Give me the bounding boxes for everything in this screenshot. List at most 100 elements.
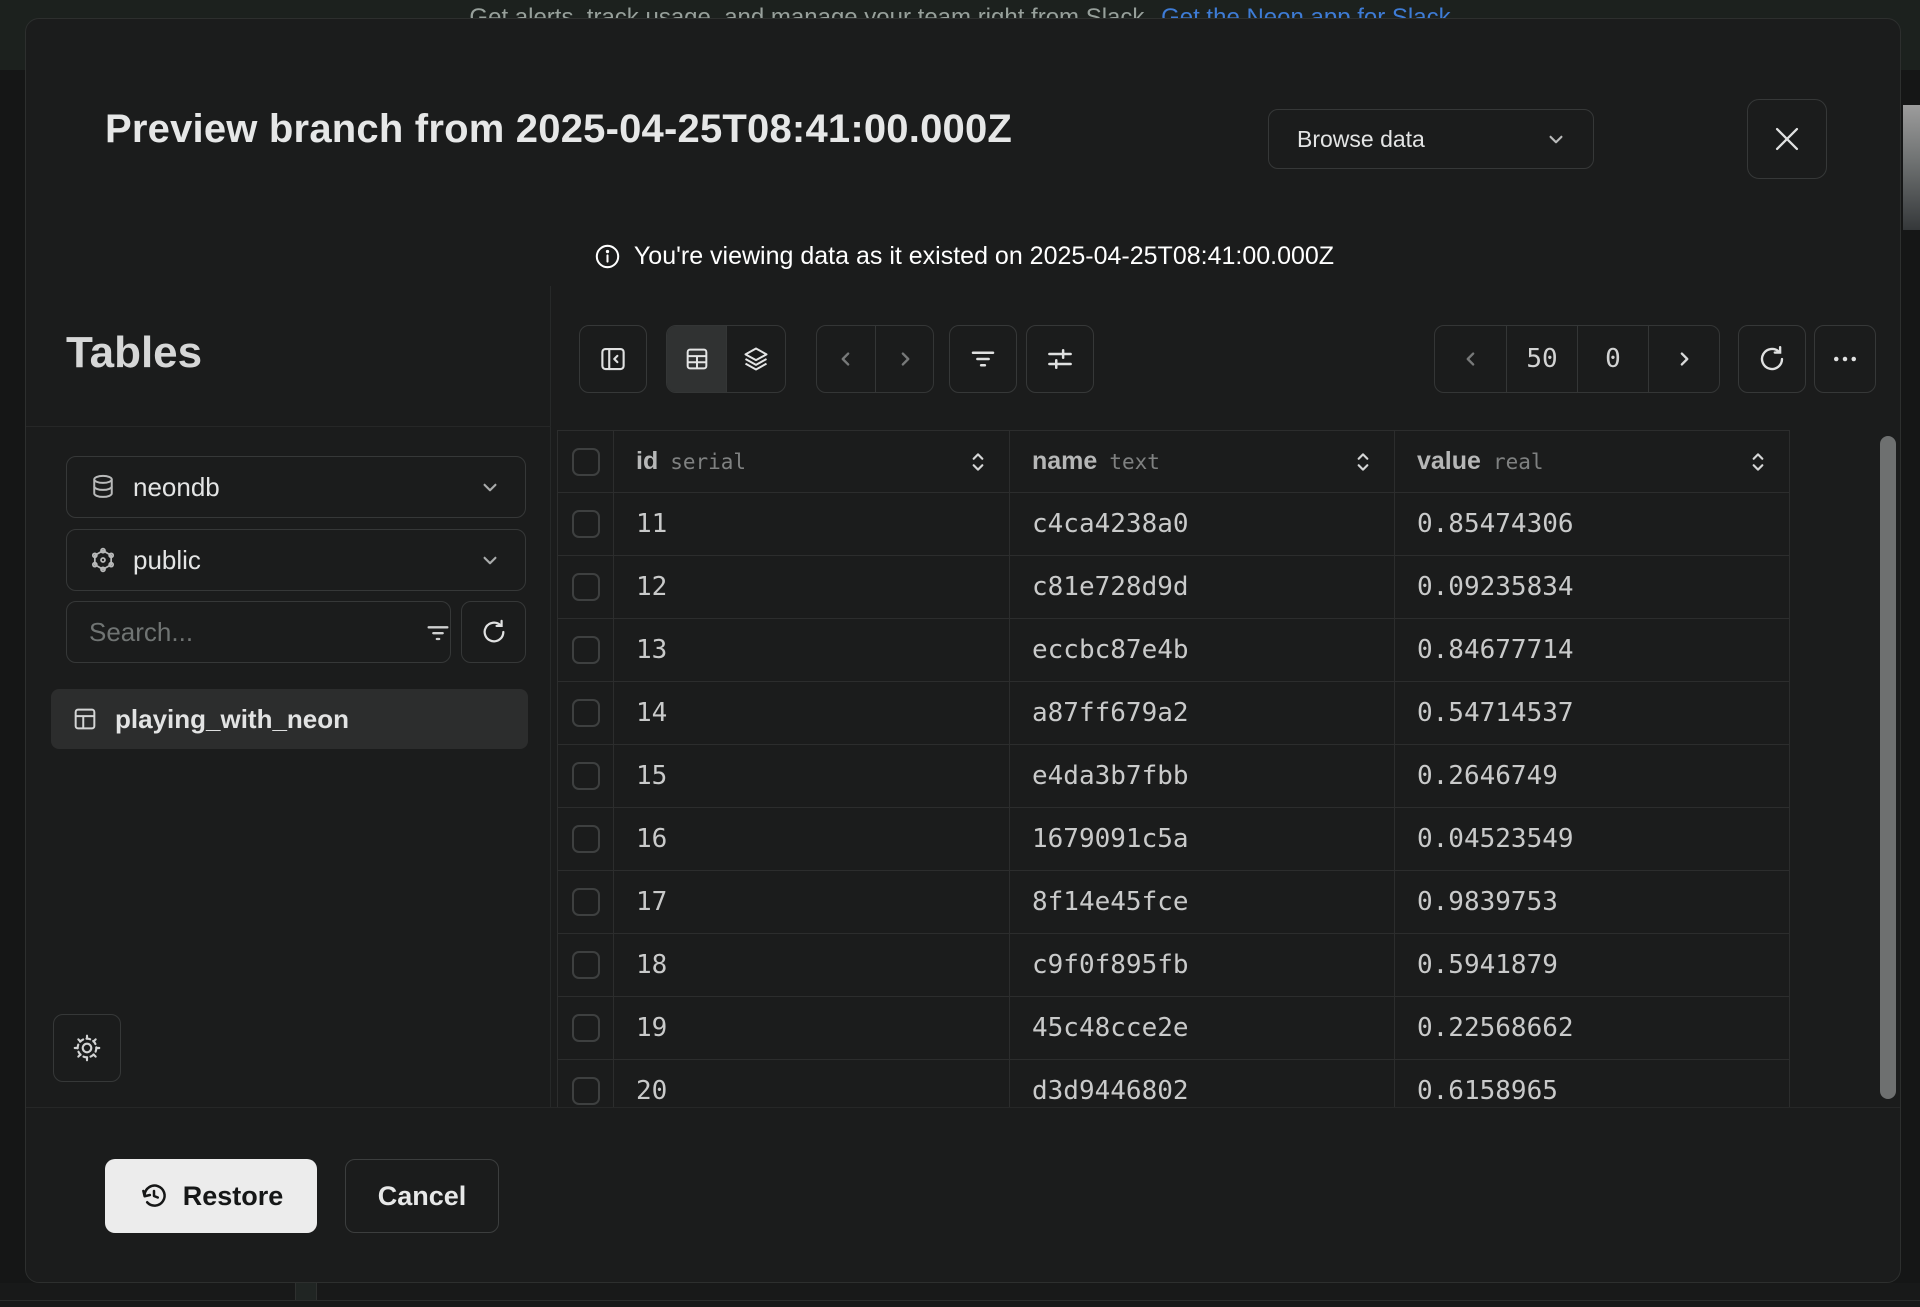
cell-name[interactable]: 1679091c5a <box>1010 808 1395 871</box>
row-checkbox[interactable] <box>572 1077 600 1105</box>
column-settings-button[interactable] <box>1026 325 1094 393</box>
row-checkbox[interactable] <box>572 573 600 601</box>
sort-icon[interactable] <box>967 449 989 475</box>
search-input[interactable] <box>89 617 424 648</box>
select-all-checkbox[interactable] <box>572 448 600 476</box>
cell-name[interactable]: a87ff679a2 <box>1010 682 1395 745</box>
sidebar-item-playing_with_neon[interactable]: playing_with_neon <box>51 689 528 749</box>
nav-prev-button[interactable] <box>817 326 875 392</box>
column-header-value[interactable]: value real <box>1395 431 1790 493</box>
row-checkbox[interactable] <box>572 825 600 853</box>
table-row: 11 c4ca4238a0 0.85474306 <box>558 493 1790 556</box>
row-checkbox[interactable] <box>572 888 600 916</box>
row-checkbox[interactable] <box>572 510 600 538</box>
table-view-icon <box>683 345 711 373</box>
cell-value[interactable]: 0.2646749 <box>1395 745 1790 808</box>
modal-title: Preview branch from 2025-04-25T08:41:00.… <box>105 107 1012 152</box>
cell-id[interactable]: 12 <box>614 556 1010 619</box>
history-icon <box>139 1181 169 1211</box>
refresh-data-button[interactable] <box>1738 325 1806 393</box>
row-checkbox[interactable] <box>572 636 600 664</box>
chevron-down-icon <box>1543 126 1569 152</box>
filter-icon[interactable] <box>424 618 452 646</box>
filter-icon <box>968 344 998 374</box>
layers-view-button[interactable] <box>726 326 785 392</box>
close-button[interactable] <box>1747 99 1827 179</box>
cell-value[interactable]: 0.04523549 <box>1395 808 1790 871</box>
cancel-button[interactable]: Cancel <box>345 1159 499 1233</box>
refresh-icon <box>1757 344 1787 374</box>
layers-icon <box>742 345 770 373</box>
sort-icon[interactable] <box>1352 449 1374 475</box>
cell-name[interactable]: 45c48cce2e <box>1010 997 1395 1060</box>
cell-id[interactable]: 19 <box>614 997 1010 1060</box>
cell-id[interactable]: 11 <box>614 493 1010 556</box>
avatar <box>1903 105 1920 230</box>
cell-id[interactable]: 13 <box>614 619 1010 682</box>
modal-content: Tables neondb public <box>26 286 1901 1107</box>
cell-name[interactable]: 8f14e45fce <box>1010 871 1395 934</box>
row-checkbox-cell <box>558 1060 614 1107</box>
more-options-button[interactable] <box>1814 325 1876 393</box>
time-travel-banner: You're viewing data as it existed on 202… <box>26 226 1901 286</box>
column-name: id <box>636 447 658 476</box>
row-checkbox[interactable] <box>572 1014 600 1042</box>
table-row: 19 45c48cce2e 0.22568662 <box>558 997 1790 1060</box>
cell-id[interactable]: 17 <box>614 871 1010 934</box>
column-name: value <box>1417 447 1481 476</box>
chevron-right-icon <box>1671 346 1697 372</box>
database-select[interactable]: neondb <box>66 456 526 518</box>
row-checkbox-cell <box>558 871 614 934</box>
table-row: 16 1679091c5a 0.04523549 <box>558 808 1790 871</box>
cell-id[interactable]: 16 <box>614 808 1010 871</box>
cell-name[interactable]: c9f0f895fb <box>1010 934 1395 997</box>
filter-rows-button[interactable] <box>949 325 1017 393</box>
page-prev-button[interactable] <box>1435 326 1506 392</box>
cell-value[interactable]: 0.6158965 <box>1395 1060 1790 1107</box>
schema-select[interactable]: public <box>66 529 526 591</box>
column-name: name <box>1032 447 1097 476</box>
sort-icon[interactable] <box>1747 449 1769 475</box>
collapse-sidebar-button[interactable] <box>579 325 647 393</box>
scrollbar-thumb[interactable] <box>1880 436 1896 1099</box>
row-checkbox[interactable] <box>572 951 600 979</box>
cell-name[interactable]: d3d9446802 <box>1010 1060 1395 1107</box>
column-header-id[interactable]: id serial <box>614 431 1010 493</box>
cell-name[interactable]: eccbc87e4b <box>1010 619 1395 682</box>
view-mode-toggle <box>666 325 786 393</box>
row-checkbox-cell <box>558 934 614 997</box>
browse-data-value: Browse data <box>1297 126 1425 153</box>
nav-next-button[interactable] <box>875 326 933 392</box>
page-size-value[interactable]: 50 <box>1506 326 1577 392</box>
page-offset-value[interactable]: 0 <box>1577 326 1648 392</box>
column-type: real <box>1493 450 1544 474</box>
database-value: neondb <box>133 472 220 503</box>
cell-id[interactable]: 20 <box>614 1060 1010 1107</box>
page-next-button[interactable] <box>1648 326 1719 392</box>
cell-id[interactable]: 14 <box>614 682 1010 745</box>
cell-value[interactable]: 0.9839753 <box>1395 871 1790 934</box>
cell-id[interactable]: 18 <box>614 934 1010 997</box>
vertical-scrollbar[interactable] <box>1878 430 1898 1107</box>
cell-name[interactable]: e4da3b7fbb <box>1010 745 1395 808</box>
column-type: text <box>1109 450 1160 474</box>
cell-id[interactable]: 15 <box>614 745 1010 808</box>
browse-data-select[interactable]: Browse data <box>1268 109 1594 169</box>
column-header-name[interactable]: name text <box>1010 431 1395 493</box>
cell-value[interactable]: 0.22568662 <box>1395 997 1790 1060</box>
cell-value[interactable]: 0.09235834 <box>1395 556 1790 619</box>
settings-button[interactable] <box>53 1014 121 1082</box>
restore-button[interactable]: Restore <box>105 1159 317 1233</box>
refresh-tables-button[interactable] <box>461 601 526 663</box>
row-checkbox[interactable] <box>572 762 600 790</box>
cell-name[interactable]: c81e728d9d <box>1010 556 1395 619</box>
cell-value[interactable]: 0.54714537 <box>1395 682 1790 745</box>
cell-value[interactable]: 0.85474306 <box>1395 493 1790 556</box>
row-checkbox[interactable] <box>572 699 600 727</box>
cell-value[interactable]: 0.84677714 <box>1395 619 1790 682</box>
chevron-left-icon <box>1458 346 1484 372</box>
cell-value[interactable]: 0.5941879 <box>1395 934 1790 997</box>
preview-branch-modal: Preview branch from 2025-04-25T08:41:00.… <box>25 18 1901 1283</box>
cell-name[interactable]: c4ca4238a0 <box>1010 493 1395 556</box>
table-view-button[interactable] <box>667 326 726 392</box>
